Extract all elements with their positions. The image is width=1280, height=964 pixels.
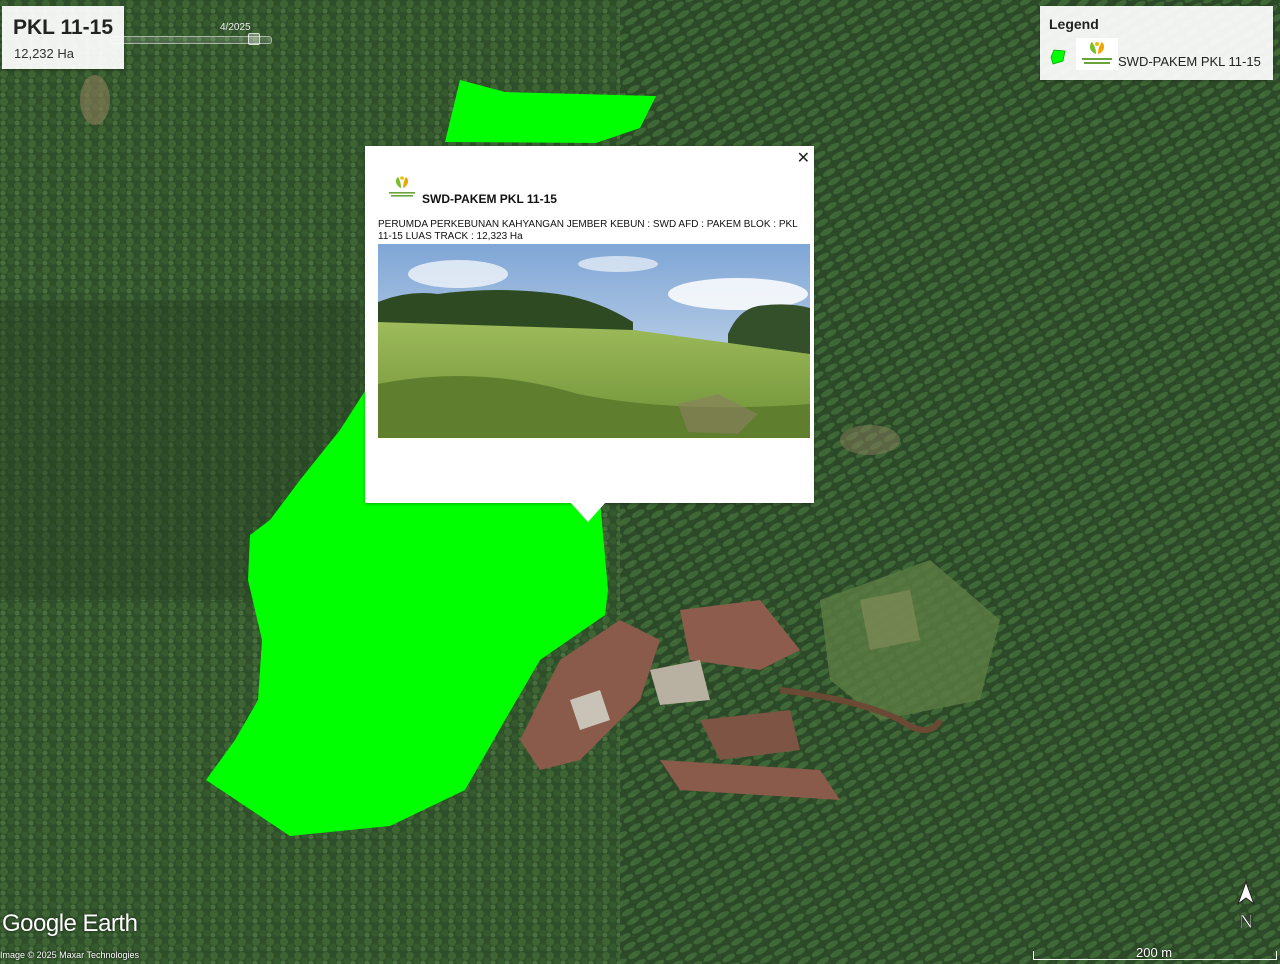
- legend-panel: Legend SWD-PAKEM PKL 11-15: [1040, 6, 1273, 80]
- plot-photo: [378, 244, 810, 438]
- kahyangan-logo-icon: [1076, 38, 1118, 70]
- legend-item-label: SWD-PAKEM PKL 11-15: [1118, 54, 1261, 69]
- page-title: PKL 11-15: [13, 16, 114, 39]
- compass-label: N: [1239, 911, 1253, 932]
- info-popup: ✕ SWD-PAKEM PKL 11-15 PERUMDA PERKEBUNAN…: [365, 146, 814, 503]
- kahyangan-logo-icon: [389, 176, 415, 197]
- popup-pointer: [570, 502, 606, 522]
- popup-title: SWD-PAKEM PKL 11-15: [422, 192, 557, 206]
- compass-north-icon[interactable]: N: [1230, 880, 1262, 932]
- timeline-handle[interactable]: [248, 33, 260, 45]
- imagery-credit: Image © 2025 Maxar Technologies: [0, 950, 140, 960]
- scale-bar: 200 m: [1033, 942, 1277, 962]
- title-card: PKL 11-15 12,232 Ha: [2, 6, 124, 69]
- popup-description: PERUMDA PERKEBUNAN KAHYANGAN JEMBER KEBU…: [378, 219, 798, 242]
- scale-label: 200 m: [1136, 945, 1173, 960]
- area-subtitle: 12,232 Ha: [14, 46, 74, 61]
- google-earth-logo: Google Earth: [2, 910, 138, 937]
- polygon-swatch-icon: [1050, 49, 1066, 65]
- timeline-slider[interactable]: 4/2025: [110, 22, 275, 48]
- legend-heading: Legend: [1049, 16, 1099, 32]
- close-icon[interactable]: ✕: [797, 148, 810, 168]
- timeline-date: 4/2025: [220, 22, 251, 33]
